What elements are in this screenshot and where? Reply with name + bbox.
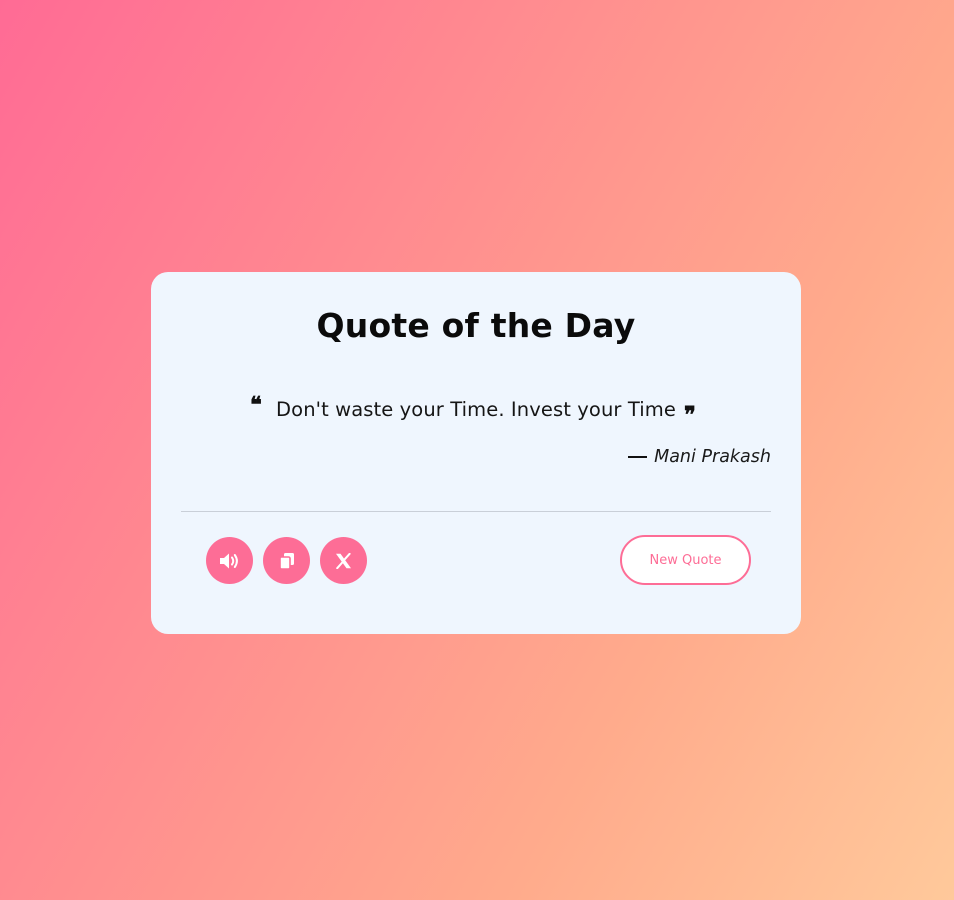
share-x-button[interactable] — [320, 537, 367, 584]
copy-icon — [278, 552, 295, 570]
new-quote-button[interactable]: New Quote — [620, 535, 751, 585]
divider — [181, 511, 771, 512]
volume-icon — [219, 552, 241, 570]
quote-card: Quote of the Day ❝ Don't waste your Time… — [151, 272, 801, 634]
card-title: Quote of the Day — [316, 306, 636, 345]
author-dash — [628, 456, 648, 458]
close-quote-icon: ❞ — [683, 402, 696, 428]
copy-button[interactable] — [263, 537, 310, 584]
quote-text: Don't waste your Time. Invest your Time — [276, 397, 676, 421]
speak-button[interactable] — [206, 537, 253, 584]
author-name: Mani Prakash — [654, 447, 771, 467]
open-quote-icon: ❝ — [250, 392, 262, 418]
author-line: Mani Prakash — [628, 447, 771, 467]
x-twitter-icon — [335, 552, 352, 569]
quote-row: ❝ Don't waste your Time. Invest your Tim… — [151, 392, 801, 428]
